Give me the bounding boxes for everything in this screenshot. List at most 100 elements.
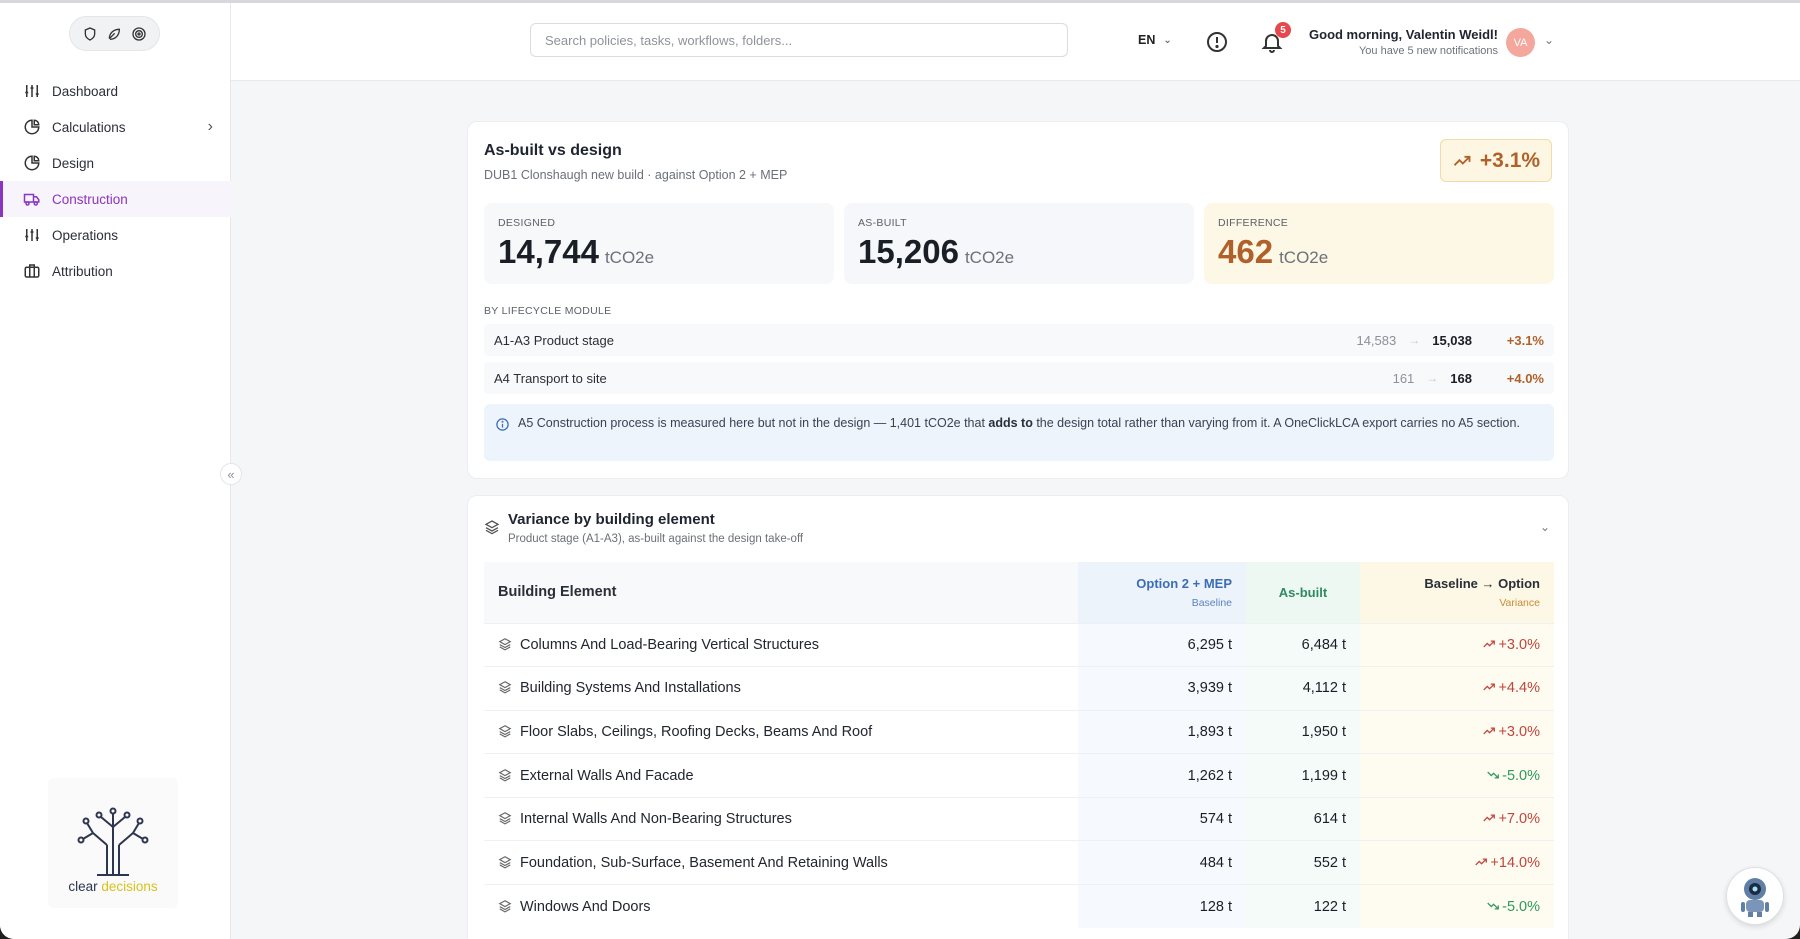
sliders-icon: [22, 81, 42, 101]
table-row[interactable]: Building Systems And Installations 3,939 …: [484, 666, 1554, 711]
baseline-cell: 574 t: [1078, 796, 1246, 841]
variance-cell: +3.0%: [1360, 709, 1554, 754]
info-icon: [496, 418, 509, 431]
shield-icon[interactable]: [82, 26, 98, 42]
baseline-cell: 3,939 t: [1078, 666, 1246, 711]
greeting-subtitle: You have 5 new notifications: [1358, 45, 1498, 57]
as-built-cell: 552 t: [1246, 840, 1360, 885]
trend-down-icon: [1486, 768, 1500, 782]
sidebar: Dashboard Calculations › Design Construc…: [0, 3, 242, 939]
stat-label: DIFFERENCE: [1218, 217, 1289, 229]
sidebar-item-construction[interactable]: Construction: [0, 181, 231, 217]
sidebar-item-label: Dashboard: [52, 83, 119, 99]
chevron-down-icon[interactable]: ⌄: [1540, 520, 1550, 534]
layers-icon: [484, 520, 500, 535]
table-row[interactable]: Foundation, Sub-Surface, Basement And Re…: [484, 840, 1554, 885]
as-built-summary-card: As-built vs design DUB1 Clonshaugh new b…: [467, 121, 1569, 479]
trend-up-icon: [1453, 155, 1471, 166]
variance-cell: +3.0%: [1360, 622, 1554, 667]
table-row[interactable]: Floor Slabs, Ceilings, Roofing Decks, Be…: [484, 709, 1554, 754]
layers-icon: [498, 724, 512, 738]
briefcase-icon: [22, 261, 42, 281]
card-subtitle: DUB1 Clonshaugh new build · against Opti…: [484, 168, 788, 182]
language-selector[interactable]: EN ⌄: [1138, 33, 1172, 47]
column-header-as-built[interactable]: As-built: [1246, 562, 1360, 623]
variance-cell: +7.0%: [1360, 796, 1554, 841]
baseline-cell: 6,295 t: [1078, 622, 1246, 667]
table-header-row: Building Element Option 2 + MEP Baseline…: [484, 562, 1554, 623]
as-built-cell: 4,112 t: [1246, 666, 1360, 711]
sidebar-item-calculations[interactable]: Calculations ›: [0, 109, 231, 145]
card-title: As-built vs design: [484, 142, 622, 159]
element-name-cell: Internal Walls And Non-Bearing Structure…: [484, 796, 1078, 841]
user-greeting: Good morning, Valentin Weidl! You have 5…: [1309, 27, 1498, 57]
card-title: Variance by building element: [508, 511, 715, 528]
sidebar-item-attribution[interactable]: Attribution: [0, 253, 231, 289]
trend-up-icon: [1474, 855, 1488, 869]
as-built-cell: 6,484 t: [1246, 622, 1360, 667]
chevron-right-icon[interactable]: ›: [208, 118, 213, 136]
sliders-icon: [22, 225, 42, 245]
assistant-robot-button[interactable]: [1726, 867, 1784, 925]
a5-info-note: A5 Construction process is measured here…: [484, 404, 1554, 461]
stat-label: DESIGNED: [498, 217, 556, 229]
avatar[interactable]: VA: [1506, 28, 1535, 57]
search-input[interactable]: [530, 23, 1068, 57]
element-name-cell: External Walls And Facade: [484, 753, 1078, 798]
column-header-element[interactable]: Building Element: [484, 562, 1078, 623]
chevron-down-icon: ⌄: [1163, 34, 1172, 46]
target-icon[interactable]: [131, 26, 147, 42]
element-name-cell: Foundation, Sub-Surface, Basement And Re…: [484, 840, 1078, 885]
greeting-title: Good morning, Valentin Weidl!: [1309, 27, 1498, 42]
robot-icon: [1741, 878, 1769, 917]
chevron-down-icon[interactable]: ⌄: [1544, 33, 1554, 47]
notification-count-badge: 5: [1275, 22, 1291, 38]
table-row[interactable]: Columns And Load-Bearing Vertical Struct…: [484, 622, 1554, 667]
as-built-cell: 122 t: [1246, 884, 1360, 929]
lifecycle-module-row: A4 Transport to site 161 → 168 +4.0%: [484, 362, 1554, 394]
collapse-sidebar-button[interactable]: «: [220, 463, 242, 485]
app-switcher[interactable]: [69, 16, 160, 51]
table-row[interactable]: External Walls And Facade 1,262 t 1,199 t-…: [484, 753, 1554, 798]
app-window: Dashboard Calculations › Design Construc…: [0, 0, 1800, 939]
layers-icon: [498, 855, 512, 869]
baseline-cell: 128 t: [1078, 884, 1246, 929]
sidebar-item-label: Calculations: [52, 119, 126, 135]
variance-badge: +3.1%: [1440, 139, 1552, 182]
sidebar-item-operations[interactable]: Operations: [0, 217, 231, 253]
stat-value: 14,744 tCO2e: [498, 233, 655, 270]
alert-circle-icon[interactable]: [1205, 30, 1229, 54]
column-header-baseline[interactable]: Option 2 + MEP Baseline: [1078, 562, 1246, 623]
sidebar-nav: Dashboard Calculations › Design Construc…: [0, 73, 231, 289]
variance-cell: -5.0%: [1360, 884, 1554, 929]
as-built-cell: 614 t: [1246, 796, 1360, 841]
circuit-tree-icon: [77, 807, 149, 876]
trend-up-icon: [1482, 637, 1496, 651]
sidebar-item-label: Attribution: [52, 263, 113, 279]
sidebar-item-label: Operations: [52, 227, 119, 243]
arrow-right-icon: →: [1426, 371, 1439, 385]
element-name-cell: Columns And Load-Bearing Vertical Struct…: [484, 622, 1078, 667]
card-subtitle: Product stage (A1-A3), as-built against …: [508, 533, 804, 545]
layers-icon: [498, 637, 512, 651]
brand-wordmark: clear decisions: [68, 879, 158, 894]
column-header-variance[interactable]: Baseline → Option Variance: [1360, 562, 1554, 623]
variance-by-element-card: Variance by building element Product sta…: [467, 495, 1569, 939]
leaf-icon[interactable]: [106, 26, 122, 42]
sidebar-item-design[interactable]: Design: [0, 145, 231, 181]
designed-stat: DESIGNED 14,744 tCO2e: [484, 203, 834, 284]
layers-icon: [498, 899, 512, 913]
stat-value: 15,206 tCO2e: [858, 233, 1015, 270]
sidebar-item-dashboard[interactable]: Dashboard: [0, 73, 231, 109]
as-built-cell: 1,950 t: [1246, 709, 1360, 754]
brand-logo: clear decisions: [48, 778, 178, 908]
table-row[interactable]: Windows And Doors 128 t 122 t -5.0%: [484, 884, 1554, 929]
trend-up-icon: [1482, 811, 1496, 825]
element-name-cell: Windows And Doors: [484, 884, 1078, 929]
table-row[interactable]: Internal Walls And Non-Bearing Structure…: [484, 796, 1554, 841]
as-built-cell: 1,199 t: [1246, 753, 1360, 798]
layers-icon: [498, 811, 512, 825]
variance-table-body: Columns And Load-Bearing Vertical Struct…: [484, 622, 1554, 929]
variance-cell: -5.0%: [1360, 753, 1554, 798]
stat-value: 462 tCO2e: [1218, 233, 1329, 270]
